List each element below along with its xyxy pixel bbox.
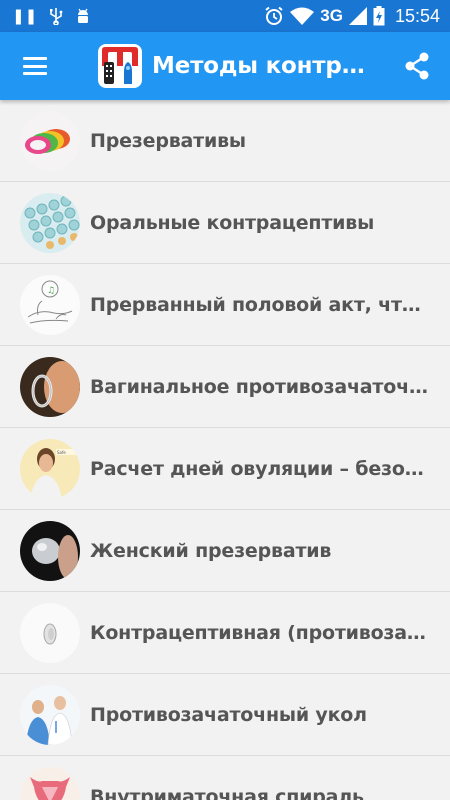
- list-item-vaginal-ring[interactable]: Вагинальное противозачаточное кольцо: [0, 346, 450, 428]
- list-item-sponge[interactable]: Контрацептивная (противозачаточная) губк…: [0, 592, 450, 674]
- pause-icon: ❚❚: [12, 6, 38, 25]
- list-item-label: Внутриматочная спираль: [90, 785, 364, 800]
- list-item-oral-contraceptives[interactable]: Оральные контрацептивы: [0, 182, 450, 264]
- app-logo-icon: [98, 44, 142, 88]
- sketch-thumbnail: ♫: [20, 274, 80, 335]
- status-bar: ❚❚ 3G 15:54: [0, 0, 450, 32]
- share-icon[interactable]: [392, 32, 442, 100]
- woman-thumbnail: Safe: [20, 438, 80, 499]
- condoms-thumbnail: [20, 110, 80, 171]
- list-item-label: Женский презерватив: [90, 539, 332, 562]
- list-item-withdrawal[interactable]: ♫ Прерванный половой акт, что нужно знат…: [0, 264, 450, 346]
- sponge-thumbnail: [20, 602, 80, 663]
- alarm-icon: [265, 6, 283, 25]
- svg-text:Safe: Safe: [57, 450, 66, 455]
- list-item-label: Прерванный половой акт, что нужно знать: [90, 293, 430, 316]
- usb-icon: [50, 8, 63, 25]
- android-icon: [78, 8, 89, 23]
- app-title: Методы контрацептивов: [152, 53, 372, 79]
- list-item-injection[interactable]: Противозачаточный укол: [0, 674, 450, 756]
- signal-icon: [348, 7, 367, 25]
- hamburger-menu-icon[interactable]: [0, 32, 70, 100]
- list-item-condoms[interactable]: Презервативы: [0, 100, 450, 182]
- svg-text:♫: ♫: [47, 286, 55, 296]
- clock: 15:54: [394, 5, 440, 26]
- female-condom-thumbnail: [20, 520, 80, 581]
- ring-thumbnail: [20, 356, 80, 417]
- app-bar: Методы контрацептивов: [0, 32, 450, 100]
- list-item-label: Вагинальное противозачаточное кольцо: [90, 375, 430, 398]
- list-item-ovulation-calc[interactable]: Safe Расчет дней овуляции – безопасные д…: [0, 428, 450, 510]
- methods-list: Презервативы Оральные контрацептивы ♫ Пр…: [0, 100, 450, 800]
- uterus-thumbnail: [20, 766, 80, 800]
- list-item-female-condom[interactable]: Женский презерватив: [0, 510, 450, 592]
- list-item-label: Презервативы: [90, 129, 246, 152]
- list-item-label: Расчет дней овуляции – безопасные дни: [90, 457, 430, 480]
- battery-icon: [373, 6, 385, 26]
- list-item-label: Противозачаточный укол: [90, 703, 367, 726]
- doctor-thumbnail: [20, 684, 80, 745]
- network-type: 3G: [320, 6, 343, 25]
- list-item-label: Оральные контрацептивы: [90, 211, 375, 234]
- list-item-iud[interactable]: Внутриматочная спираль: [0, 756, 450, 800]
- wifi-icon: [290, 7, 315, 25]
- pills-thumbnail: [20, 192, 80, 253]
- list-item-label: Контрацептивная (противозачаточная) губк…: [90, 621, 430, 644]
